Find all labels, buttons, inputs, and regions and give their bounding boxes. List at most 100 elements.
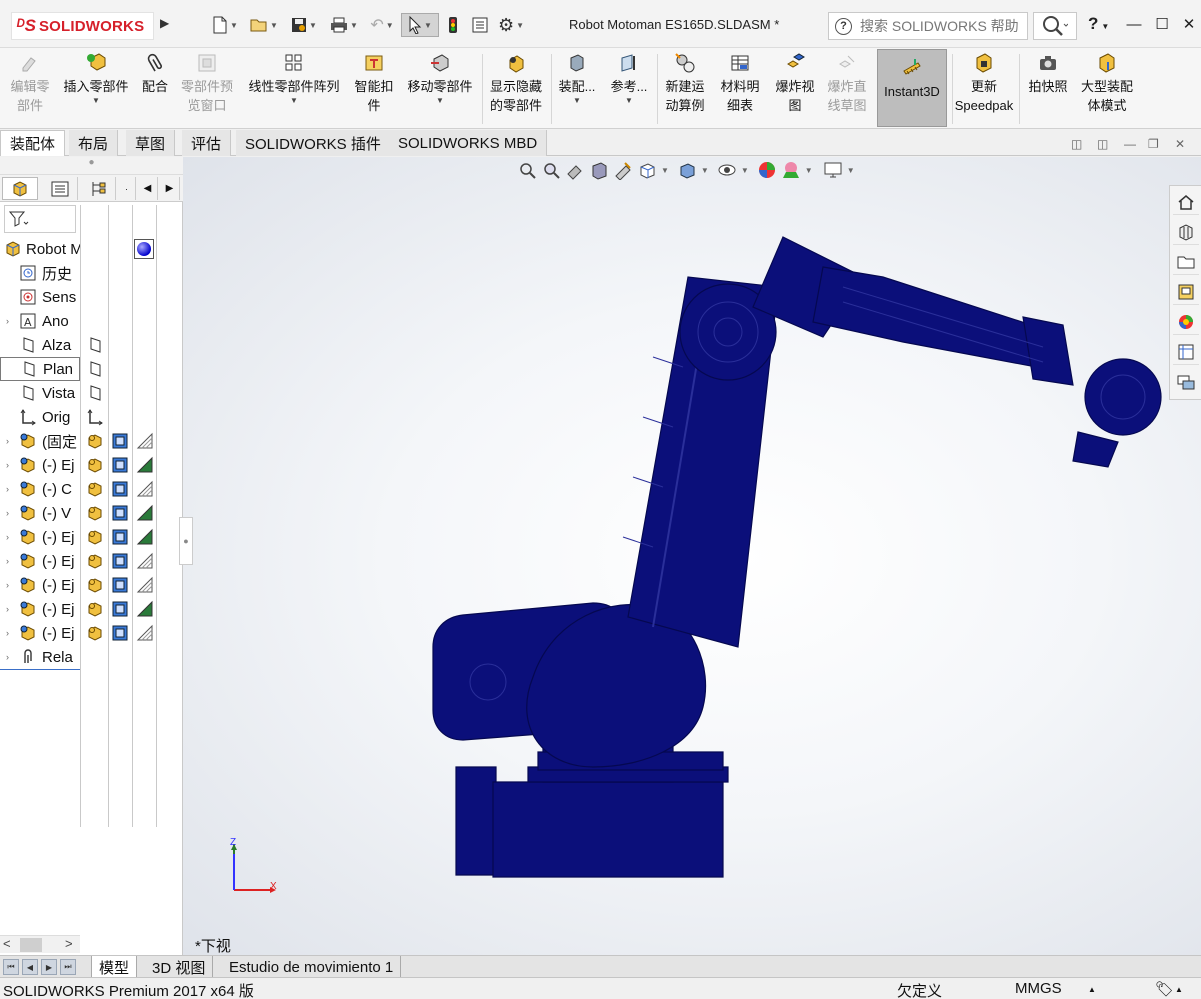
- solidworks-resources-button[interactable]: [1173, 189, 1199, 215]
- shading-mode-icon[interactable]: [136, 432, 154, 450]
- help-button[interactable]: ? ▼: [1088, 14, 1109, 34]
- tree-item[interactable]: › (-) Ej: [0, 597, 80, 621]
- tree-item[interactable]: Sens: [0, 285, 80, 309]
- tabs-scroll-left[interactable]: ◀: [138, 177, 158, 200]
- component-config-icon[interactable]: [86, 624, 104, 642]
- shading-mode-icon[interactable]: [136, 576, 154, 594]
- tree-item[interactable]: Plan: [0, 357, 80, 381]
- display-mode-icon[interactable]: [111, 600, 129, 618]
- view-orientation-icon[interactable]: [637, 160, 657, 180]
- display-mode-icon[interactable]: [111, 456, 129, 474]
- shading-mode-icon[interactable]: [136, 504, 154, 522]
- shading-mode-icon[interactable]: [136, 552, 154, 570]
- instant3d-button[interactable]: Instant3D: [877, 49, 947, 127]
- large-assembly-mode-button[interactable]: 大型装配 体模式: [1076, 52, 1138, 126]
- tree-item[interactable]: › (-) Ej: [0, 573, 80, 597]
- tab-layout[interactable]: 布局: [69, 130, 119, 156]
- menu-expand-arrow-icon[interactable]: ▶: [160, 16, 169, 30]
- tab-assembly[interactable]: 装配体: [0, 130, 66, 156]
- hide-show-items-icon[interactable]: [717, 160, 737, 180]
- status-dropdown-icon[interactable]: ▲: [1175, 985, 1183, 994]
- insert-components-button[interactable]: 插入零部件 ▼: [58, 52, 134, 126]
- section-view-icon[interactable]: [589, 160, 609, 180]
- apply-scene-icon[interactable]: [781, 160, 801, 180]
- tab-3d-views[interactable]: 3D 视图: [145, 956, 214, 978]
- pane-grip[interactable]: ●: [0, 157, 183, 175]
- linear-pattern-button[interactable]: 线性零部件阵列 ▼: [243, 52, 345, 126]
- plane-display-icon[interactable]: [86, 360, 104, 378]
- explode-line-sketch-button[interactable]: 爆炸直 线草图: [822, 52, 872, 126]
- plane-display-icon[interactable]: [86, 336, 104, 354]
- last-tab-button[interactable]: ⏭: [60, 959, 76, 975]
- scroll-thumb[interactable]: [20, 938, 42, 952]
- component-config-icon[interactable]: [86, 576, 104, 594]
- exploded-view-button[interactable]: 爆炸视 图: [770, 52, 820, 126]
- shading-mode-icon[interactable]: [136, 456, 154, 474]
- display-mode-icon[interactable]: [111, 576, 129, 594]
- more-tabs[interactable]: ·: [118, 177, 136, 200]
- shading-mode-icon[interactable]: [136, 624, 154, 642]
- mate-button[interactable]: 配合: [138, 52, 172, 126]
- display-mode-icon[interactable]: [111, 552, 129, 570]
- dynamic-annotation-icon[interactable]: [613, 160, 633, 180]
- new-motion-study-button[interactable]: 新建运 动算例: [660, 52, 710, 126]
- display-mode-icon[interactable]: [111, 624, 129, 642]
- display-mode-icon[interactable]: [111, 432, 129, 450]
- next-tab-button[interactable]: ▶: [41, 959, 57, 975]
- tree-item[interactable]: Orig: [0, 405, 80, 429]
- design-library-button[interactable]: [1173, 219, 1199, 245]
- display-mode-icon[interactable]: [111, 480, 129, 498]
- feature-manager-tab[interactable]: [2, 177, 38, 200]
- first-tab-button[interactable]: ⏮: [3, 959, 19, 975]
- expand-arrow-icon[interactable]: ›: [6, 580, 18, 590]
- show-hidden-components-button[interactable]: 显示隐藏 的零部件: [485, 52, 547, 126]
- tree-item[interactable]: › (-) C: [0, 477, 80, 501]
- reference-geometry-button[interactable]: 参考... ▼: [606, 52, 652, 126]
- expand-arrow-icon[interactable]: ›: [6, 436, 18, 446]
- appearances-button[interactable]: [1173, 309, 1199, 335]
- tab-solidworks-addins[interactable]: SOLIDWORKS 插件: [236, 130, 391, 156]
- undo-button[interactable]: ↶ ▼: [364, 13, 400, 37]
- display-style-icon[interactable]: [677, 160, 697, 180]
- edit-appearance-icon[interactable]: [757, 160, 777, 180]
- scroll-left-icon[interactable]: <: [3, 936, 11, 951]
- search-help-input[interactable]: ? 搜索 SOLIDWORKS 帮助: [828, 12, 1028, 40]
- expand-arrow-icon[interactable]: ›: [6, 652, 18, 662]
- tree-item[interactable]: › (-) Ej: [0, 549, 80, 573]
- shading-mode-icon[interactable]: [136, 528, 154, 546]
- tree-item[interactable]: › (-) Ej: [0, 453, 80, 477]
- property-manager-tab[interactable]: [42, 177, 78, 200]
- tree-horizontal-scrollbar[interactable]: < >: [0, 935, 80, 953]
- unit-system[interactable]: MMGS: [1015, 980, 1062, 997]
- tree-filter[interactable]: [4, 205, 76, 233]
- tree-item[interactable]: Vista: [0, 381, 80, 405]
- custom-properties-button[interactable]: [1173, 339, 1199, 365]
- expand-arrow-icon[interactable]: ›: [6, 604, 18, 614]
- tree-item[interactable]: Alza: [0, 333, 80, 357]
- tab-evaluate[interactable]: 评估: [182, 130, 232, 156]
- doc-prev-button[interactable]: ◫: [1071, 137, 1082, 151]
- shading-mode-icon[interactable]: [136, 480, 154, 498]
- view-palette-button[interactable]: [1173, 279, 1199, 305]
- robot-model[interactable]: [183, 157, 1201, 955]
- tab-model[interactable]: 模型: [91, 956, 138, 978]
- expand-arrow-icon[interactable]: ›: [6, 532, 18, 542]
- expand-arrow-icon[interactable]: ›: [6, 460, 18, 470]
- expand-arrow-icon[interactable]: ›: [6, 508, 18, 518]
- rebuild-button[interactable]: [443, 13, 463, 37]
- configuration-manager-tab[interactable]: [80, 177, 116, 200]
- forum-button[interactable]: [1173, 369, 1199, 395]
- component-config-icon[interactable]: [86, 504, 104, 522]
- tab-sketch[interactable]: 草图: [126, 130, 176, 156]
- doc-restore-button[interactable]: ❐: [1148, 137, 1159, 151]
- component-config-icon[interactable]: [86, 552, 104, 570]
- component-config-icon[interactable]: [86, 600, 104, 618]
- prev-tab-button[interactable]: ◀: [22, 959, 38, 975]
- display-mode-icon[interactable]: [111, 504, 129, 522]
- component-config-icon[interactable]: [86, 480, 104, 498]
- zoom-to-area-icon[interactable]: [541, 160, 561, 180]
- doc-minimize-button[interactable]: —: [1124, 137, 1136, 151]
- maximize-button[interactable]: ☐: [1151, 14, 1173, 34]
- tab-solidworks-mbd[interactable]: SOLIDWORKS MBD: [389, 130, 548, 156]
- smart-fasteners-button[interactable]: 智能扣 件: [350, 52, 398, 126]
